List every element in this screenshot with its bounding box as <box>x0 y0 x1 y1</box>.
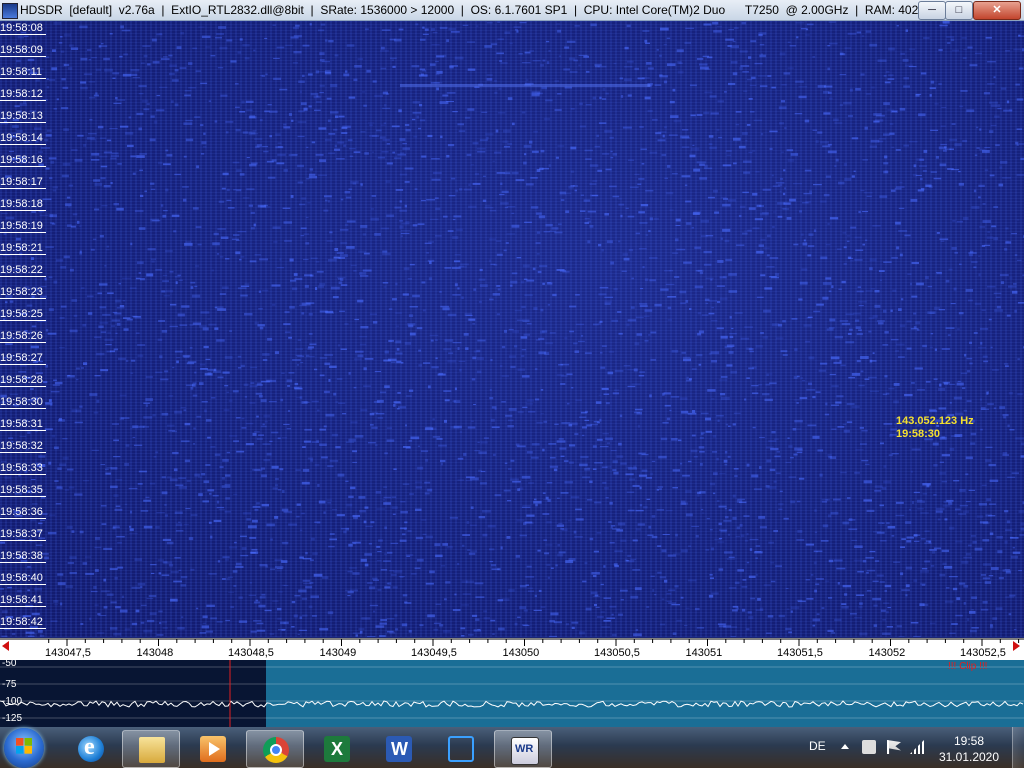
internet-explorer-button[interactable] <box>62 730 118 766</box>
action-center-flag-icon[interactable] <box>887 740 901 754</box>
language-indicator[interactable]: DE <box>809 739 826 753</box>
media-player-button[interactable] <box>184 730 240 766</box>
cursor-readout: 143.052.123 Hz 19:58:30 <box>896 415 974 441</box>
time-label: 19:58:33 <box>0 462 48 475</box>
chrome-button[interactable] <box>246 730 304 768</box>
frequency-label: 143049,5 <box>411 647 457 659</box>
time-label: 19:58:12 <box>0 88 48 101</box>
snipping-tool-icon <box>448 736 474 762</box>
time-label: 19:58:23 <box>0 286 48 299</box>
cursor-time: 19:58:30 <box>896 428 941 440</box>
media-player-icon <box>200 736 226 762</box>
close-icon: ✕ <box>992 4 1002 16</box>
frequency-label: 143051 <box>685 647 723 659</box>
title-bar[interactable]: HDSDR [default] v2.76a | ExtIO_RTL2832.d… <box>0 0 1024 21</box>
time-label: 19:58:32 <box>0 440 48 453</box>
db-label: -100 <box>2 696 23 707</box>
minimize-button[interactable]: ─ <box>918 1 946 20</box>
time-label: 19:58:37 <box>0 528 48 541</box>
snipping-tool-button[interactable] <box>432 730 488 766</box>
frequency-label: 143048,5 <box>228 647 274 659</box>
db-label: -75 <box>2 679 17 690</box>
time-label: 19:58:09 <box>0 44 48 57</box>
waterfall-noise <box>0 21 1024 637</box>
time-label: 19:58:17 <box>0 176 48 189</box>
cursor-frequency: 143.052.123 Hz <box>896 415 974 427</box>
internet-explorer-icon <box>78 734 104 762</box>
scroll-left-arrow-icon[interactable] <box>2 641 9 651</box>
time-label: 19:58:38 <box>0 550 48 563</box>
file-explorer-button[interactable] <box>122 730 180 768</box>
time-label: 19:58:26 <box>0 330 48 343</box>
frequency-label: 143048 <box>136 647 174 659</box>
time-label: 19:58:18 <box>0 198 48 211</box>
chrome-icon <box>263 737 289 763</box>
frequency-label: 143051,5 <box>777 647 823 659</box>
clock-time[interactable]: 19:58 <box>938 734 1000 748</box>
frequency-scale[interactable]: 143047,5 143048 143048,5 143049 143049,5 1430… <box>0 638 1024 660</box>
file-explorer-icon <box>139 737 165 763</box>
time-label: 19:58:35 <box>0 484 48 497</box>
minimize-icon: ─ <box>928 4 936 16</box>
maximize-icon: □ <box>955 4 963 16</box>
clock-date[interactable]: 31.01.2020 <box>938 750 1000 764</box>
waterfall-display[interactable]: 19:58:08 19:58:09 19:58:11 19:58:12 19:58:13… <box>0 21 1024 637</box>
show-desktop-button[interactable] <box>1012 727 1024 768</box>
window-title: HDSDR [default] v2.76a | ExtIO_RTL2832.d… <box>20 3 943 17</box>
hdsdr-taskbar-button[interactable] <box>494 730 552 768</box>
start-button[interactable] <box>4 728 44 768</box>
word-icon <box>386 736 412 762</box>
frequency-label: 143052,5 <box>960 647 1006 659</box>
time-label: 19:58:11 <box>0 66 48 79</box>
excel-icon <box>324 736 350 762</box>
time-label: 19:58:30 <box>0 396 48 409</box>
time-label: 19:58:28 <box>0 374 48 387</box>
frequency-label: 143050 <box>502 647 540 659</box>
network-signal-icon[interactable] <box>910 740 924 754</box>
time-label: 19:58:41 <box>0 594 48 607</box>
frequency-label: 143050,5 <box>594 647 640 659</box>
time-label: 19:58:08 <box>0 22 48 35</box>
word-button[interactable] <box>370 730 426 766</box>
time-label: 19:58:25 <box>0 308 48 321</box>
db-label: -125 <box>2 713 23 724</box>
hdsdr-app-icon[interactable] <box>2 3 18 19</box>
time-label: 19:58:22 <box>0 264 48 277</box>
time-label: 19:58:42 <box>0 616 48 629</box>
hdsdr-icon <box>511 737 539 765</box>
frequency-label: 143052 <box>868 647 906 659</box>
excel-button[interactable] <box>308 730 364 766</box>
windows-logo-icon <box>16 738 32 754</box>
taskbar: DE 19:58 31.01.2020 <box>0 727 1024 768</box>
frequency-label: 143049 <box>319 647 357 659</box>
time-label: 19:58:27 <box>0 352 48 365</box>
touch-keyboard-icon[interactable] <box>862 740 876 754</box>
frequency-label: 143047,5 <box>45 647 91 659</box>
scroll-right-arrow-icon[interactable] <box>1013 641 1020 651</box>
maximize-button[interactable]: □ <box>945 1 973 20</box>
time-label: 19:58:16 <box>0 154 48 167</box>
spectrum-display[interactable]: -50 -75 -100 -125 !!! Clip !!! <box>0 660 1024 727</box>
close-button[interactable]: ✕ <box>973 1 1021 20</box>
time-label: 19:58:13 <box>0 110 48 123</box>
show-hidden-icons-icon[interactable] <box>841 744 849 749</box>
time-label: 19:58:31 <box>0 418 48 431</box>
spectrum-trace <box>0 660 1024 727</box>
time-label: 19:58:21 <box>0 242 48 255</box>
time-label: 19:58:14 <box>0 132 48 145</box>
clip-warning: !!! Clip !!! <box>948 661 988 672</box>
time-label: 19:58:36 <box>0 506 48 519</box>
db-label: -50 <box>2 660 17 669</box>
time-label: 19:58:19 <box>0 220 48 233</box>
time-label: 19:58:40 <box>0 572 48 585</box>
